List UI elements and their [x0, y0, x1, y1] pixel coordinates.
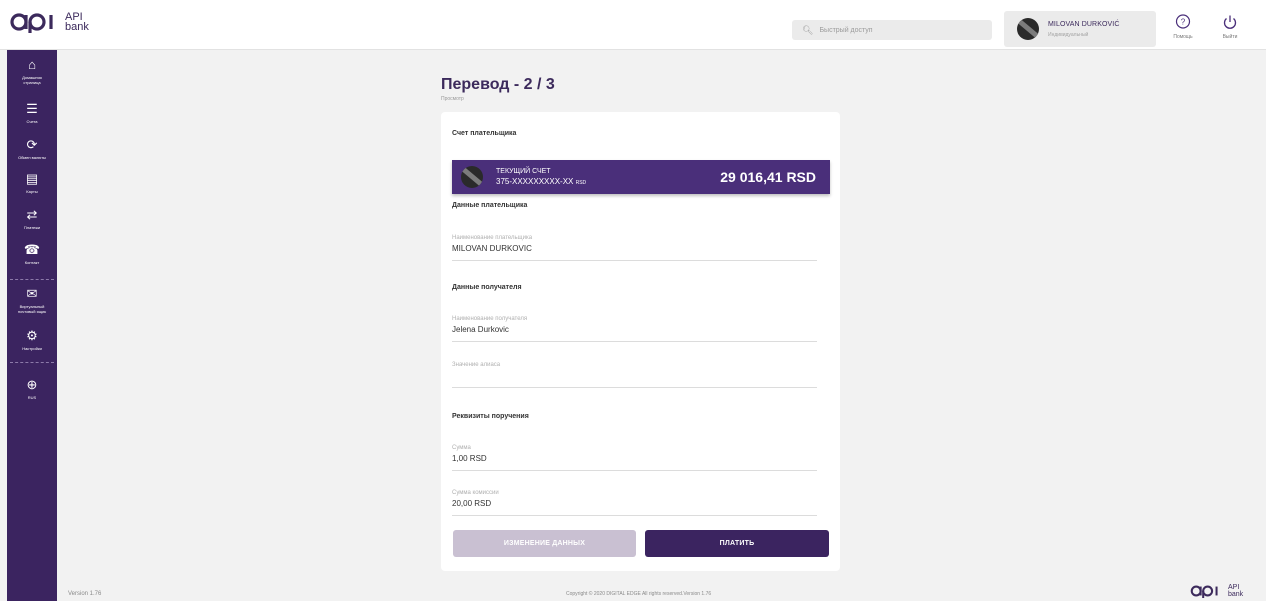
sidebar-divider: [10, 279, 54, 280]
fee-value: 20,00 RSD: [452, 499, 492, 508]
currency-exchange-icon: ⟳: [26, 137, 38, 152]
amount-value: 1,00 RSD: [452, 454, 487, 463]
footer-version: Version 1.76: [68, 591, 102, 597]
sidebar-item-cards[interactable]: ▤ Карты: [7, 171, 57, 195]
recipient-name-label: Наименование получателя: [452, 316, 528, 322]
account-type: ТЕКУЩИЙ СЧЕТ: [496, 168, 551, 175]
logo-text: API bank: [65, 11, 89, 33]
edit-data-button[interactable]: ИЗМЕНЕНИЕ ДАННЫХ: [453, 530, 636, 557]
page-subtitle: Просмотр: [441, 96, 464, 102]
amount-label: Сумма: [452, 445, 471, 451]
top-header: API bank 🔍︎ Быстрый доступ MILOVAN DURKO…: [0, 0, 1266, 50]
sidebar-item-label: Виртуальный почтовый ящик: [17, 304, 47, 314]
amount-field: Сумма 1,00 RSD: [452, 445, 817, 471]
sidebar-item-home[interactable]: ⌂ Домашняя страница: [7, 57, 57, 86]
sidebar-item-label: Карты: [26, 189, 38, 194]
api-logo-mark-icon: [10, 13, 53, 33]
sidebar: ⌂ Домашняя страница ☰ Счета ⟳ Обмен валю…: [7, 50, 57, 601]
recipient-name-field: Наименование получателя Jelena Durkovic: [452, 316, 817, 342]
sidebar-item-accounts[interactable]: ☰ Счета: [7, 101, 57, 125]
sidebar-item-label: Домашняя страница: [22, 75, 42, 85]
footer-copyright: Copyright © 2020 DIGITAL EDGE All rights…: [566, 591, 712, 597]
user-name: MILOVAN DURKOVIĆ: [1048, 21, 1120, 28]
sidebar-item-currency-exchange[interactable]: ⟳ Обмен валюты: [7, 137, 57, 161]
recipient-data-heading: Данные получателя: [452, 284, 522, 291]
mailbox-icon: ✉: [26, 286, 38, 301]
api-logo-mark-icon: [1190, 585, 1218, 598]
search-placeholder: Быстрый доступ: [819, 26, 873, 34]
globe-icon: ⊕: [26, 377, 38, 392]
help-button[interactable]: ? Помощь: [1168, 14, 1198, 40]
sidebar-divider: [10, 362, 54, 363]
sidebar-item-contact[interactable]: ☎ Контакт: [7, 242, 57, 266]
help-chat-icon: ?: [1168, 14, 1198, 32]
footer-logo-text: API bank: [1228, 584, 1244, 598]
home-icon: ⌂: [28, 57, 36, 72]
sidebar-item-label: Контакт: [24, 260, 40, 265]
svg-text:?: ?: [1181, 18, 1186, 27]
payer-data-heading: Данные плательщика: [452, 202, 528, 209]
api-bank-logo[interactable]: API bank: [10, 11, 89, 33]
account-balance: 29 016,41 RSD: [720, 169, 816, 185]
contact-icon: ☎: [23, 242, 41, 257]
recipient-name-value: Jelena Durkovic: [452, 325, 509, 334]
sidebar-item-mailbox[interactable]: ✉ Виртуальный почтовый ящик: [7, 286, 57, 315]
list-icon: ☰: [26, 101, 38, 116]
account-number: 375-XXXXXXXXX-XX RSD: [496, 177, 586, 186]
sidebar-item-label: RUS: [27, 395, 37, 400]
sidebar-item-language[interactable]: ⊕ RUS: [7, 377, 57, 401]
payer-name-label: Наименование плательщика: [452, 235, 533, 241]
payer-name-value: MILOVAN DURKOVIC: [452, 244, 532, 253]
order-details-heading: Реквизиты поручения: [452, 413, 529, 420]
account-number-value: 375-XXXXXXXXX-XX: [496, 177, 574, 186]
logout-button[interactable]: Выйти: [1215, 14, 1245, 40]
sidebar-item-label: Счета: [26, 119, 38, 124]
sidebar-item-label: Настройки: [22, 346, 42, 351]
payer-account-heading: Счет плательщика: [452, 130, 517, 137]
payments-icon: ⇄: [26, 207, 38, 222]
search-icon: 🔍︎: [802, 24, 814, 35]
settings-icon: ⚙: [26, 328, 38, 343]
payer-name-field: Наименование плательщика MILOVAN DURKOVI…: [452, 235, 817, 261]
cards-icon: ▤: [25, 171, 39, 186]
help-label: Помощь: [1173, 34, 1193, 40]
user-role: Индивидуальный: [1048, 32, 1089, 38]
fee-label: Сумма комиссии: [452, 490, 499, 496]
fee-field: Сумма комиссии 20,00 RSD: [452, 490, 817, 516]
logout-label: Выйти: [1222, 34, 1238, 40]
payer-account-card[interactable]: ТЕКУЩИЙ СЧЕТ 375-XXXXXXXXX-XX RSD 29 016…: [452, 160, 830, 194]
pay-button[interactable]: ПЛАТИТЬ: [645, 530, 829, 557]
footer-logo: API bank: [1189, 584, 1243, 598]
sidebar-item-label: Обмен валюты: [18, 155, 46, 160]
account-avatar: [461, 166, 483, 188]
sidebar-item-label: Платежи: [23, 225, 41, 230]
quick-access-search[interactable]: 🔍︎ Быстрый доступ: [792, 20, 992, 40]
sidebar-item-payments[interactable]: ⇄ Платежи: [7, 207, 57, 231]
sidebar-item-settings[interactable]: ⚙ Настройки: [7, 328, 57, 352]
user-profile[interactable]: MILOVAN DURKOVIĆ Индивидуальный: [1004, 11, 1156, 47]
power-icon: [1215, 14, 1245, 32]
alias-field: Значение алиаса: [452, 362, 817, 388]
page-title: Перевод - 2 / 3: [441, 76, 555, 93]
avatar: [1017, 18, 1039, 40]
account-currency: RSD: [575, 180, 587, 186]
alias-label: Значение алиаса: [452, 362, 501, 368]
